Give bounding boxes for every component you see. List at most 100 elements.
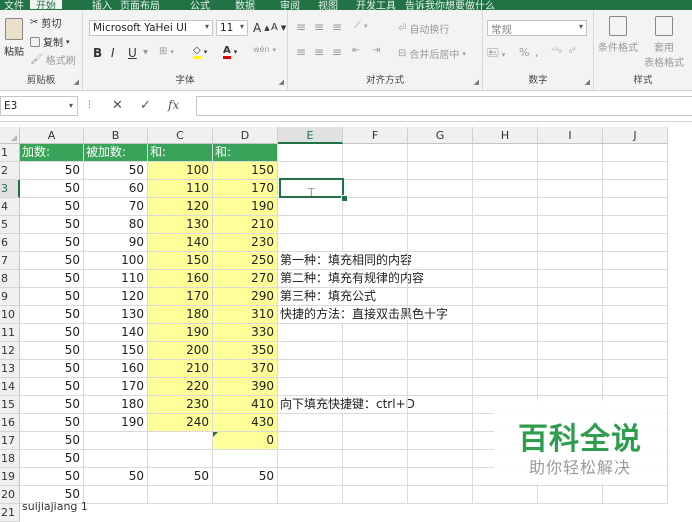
- dialog-launcher-icon[interactable]: ◢: [585, 78, 590, 86]
- cell-f13[interactable]: [343, 360, 408, 378]
- cell-h5[interactable]: [473, 216, 538, 234]
- cell-i5[interactable]: [538, 216, 603, 234]
- cell-b4[interactable]: 70: [84, 198, 148, 216]
- cell-a7[interactable]: 50: [20, 252, 84, 270]
- cell-j14[interactable]: [603, 378, 668, 396]
- cell-f11[interactable]: [343, 324, 408, 342]
- cell-a17[interactable]: 50: [20, 432, 84, 450]
- cell-c8[interactable]: 160: [148, 270, 213, 288]
- cell-d2[interactable]: 150: [213, 162, 278, 180]
- cell-b16[interactable]: 190: [84, 414, 148, 432]
- cell-a1[interactable]: 加数:: [20, 144, 84, 162]
- cell-g16[interactable]: [408, 414, 473, 432]
- grow-font-button[interactable]: A ▲: [253, 21, 270, 35]
- cell-j9[interactable]: [603, 288, 668, 306]
- cell-e8[interactable]: 第二种：填充有规律的内容: [278, 270, 424, 288]
- cell-i10[interactable]: [538, 306, 603, 324]
- cell-d11[interactable]: 330: [213, 324, 278, 342]
- italic-button[interactable]: I: [111, 46, 115, 60]
- select-all-button[interactable]: ◢: [0, 127, 20, 144]
- cell-g18[interactable]: [408, 450, 473, 468]
- cell-c11[interactable]: 190: [148, 324, 213, 342]
- cell-g3[interactable]: [408, 180, 473, 198]
- cell-e17[interactable]: [278, 432, 343, 450]
- cell-e5[interactable]: [278, 216, 343, 234]
- cell-a15[interactable]: 50: [20, 396, 84, 414]
- wrap-text-button[interactable]: ⏎ 自动换行: [398, 21, 449, 36]
- cell-a4[interactable]: 50: [20, 198, 84, 216]
- cell-f8[interactable]: [343, 270, 408, 288]
- cell-e14[interactable]: [278, 378, 343, 396]
- format-painter-button[interactable]: 🖌 格式刷: [30, 52, 76, 67]
- cell-b5[interactable]: 80: [84, 216, 148, 234]
- column-header-f[interactable]: F: [343, 127, 408, 144]
- cell-h11[interactable]: [473, 324, 538, 342]
- cell-g17[interactable]: [408, 432, 473, 450]
- cell-b14[interactable]: 170: [84, 378, 148, 396]
- cell-h7[interactable]: [473, 252, 538, 270]
- cell-c9[interactable]: 170: [148, 288, 213, 306]
- row-header-9[interactable]: 9: [0, 288, 20, 306]
- orientation-icon[interactable]: ⟋ ▾: [354, 20, 368, 31]
- cell-i12[interactable]: [538, 342, 603, 360]
- cell-b3[interactable]: 60: [84, 180, 148, 198]
- cell-g6[interactable]: [408, 234, 473, 252]
- cell-j3[interactable]: [603, 180, 668, 198]
- cell-c2[interactable]: 100: [148, 162, 213, 180]
- cell-h8[interactable]: [473, 270, 538, 288]
- cell-j8[interactable]: [603, 270, 668, 288]
- cell-d13[interactable]: 370: [213, 360, 278, 378]
- cell-i9[interactable]: [538, 288, 603, 306]
- cell-g5[interactable]: [408, 216, 473, 234]
- cell-f6[interactable]: [343, 234, 408, 252]
- cell-j10[interactable]: [603, 306, 668, 324]
- conditional-format-button[interactable]: 条件格式: [598, 16, 638, 54]
- row-header-13[interactable]: 13: [0, 360, 20, 378]
- row-header-16[interactable]: 16: [0, 414, 20, 432]
- cell-c18[interactable]: [148, 450, 213, 468]
- cell-b2[interactable]: 50: [84, 162, 148, 180]
- cell-i4[interactable]: [538, 198, 603, 216]
- cell-a13[interactable]: 50: [20, 360, 84, 378]
- row-header-11[interactable]: 11: [0, 324, 20, 342]
- cell-b8[interactable]: 110: [84, 270, 148, 288]
- row-header-18[interactable]: 18: [0, 450, 20, 468]
- column-header-c[interactable]: C: [148, 127, 213, 144]
- cell-j13[interactable]: [603, 360, 668, 378]
- increase-indent-icon[interactable]: ⇥: [372, 45, 380, 56]
- paste-button[interactable]: 粘贴: [4, 18, 24, 58]
- cell-i1[interactable]: [538, 144, 603, 162]
- cell-e9[interactable]: 第三种：填充公式: [278, 288, 376, 306]
- cell-c16[interactable]: 240: [148, 414, 213, 432]
- cell-a16[interactable]: 50: [20, 414, 84, 432]
- cell-f2[interactable]: [343, 162, 408, 180]
- cell-g13[interactable]: [408, 360, 473, 378]
- cell-d20[interactable]: [213, 486, 278, 504]
- column-header-g[interactable]: G: [408, 127, 473, 144]
- cell-d9[interactable]: 290: [213, 288, 278, 306]
- cell-c12[interactable]: 200: [148, 342, 213, 360]
- cell-h6[interactable]: [473, 234, 538, 252]
- row-header-5[interactable]: 5: [0, 216, 20, 234]
- cell-e13[interactable]: [278, 360, 343, 378]
- cell-b20[interactable]: [84, 486, 148, 504]
- cell-c13[interactable]: 210: [148, 360, 213, 378]
- cell-c7[interactable]: 150: [148, 252, 213, 270]
- cell-d3[interactable]: 170: [213, 180, 278, 198]
- decrease-decimal-icon[interactable]: ₀⁰: [569, 46, 575, 55]
- cell-d4[interactable]: 190: [213, 198, 278, 216]
- cell-d6[interactable]: 230: [213, 234, 278, 252]
- cell-i14[interactable]: [538, 378, 603, 396]
- row-header-15[interactable]: 15: [0, 396, 20, 414]
- cell-e16[interactable]: [278, 414, 343, 432]
- cell-g9[interactable]: [408, 288, 473, 306]
- cell-j12[interactable]: [603, 342, 668, 360]
- cell-f18[interactable]: [343, 450, 408, 468]
- row-header-4[interactable]: 4: [0, 198, 20, 216]
- comma-button[interactable]: ,: [535, 46, 539, 59]
- row-header-12[interactable]: 12: [0, 342, 20, 360]
- fill-color-button[interactable]: ◇ ▾: [193, 45, 207, 59]
- column-header-j[interactable]: J: [603, 127, 668, 144]
- row-header-8[interactable]: 8: [0, 270, 20, 288]
- cell-j1[interactable]: [603, 144, 668, 162]
